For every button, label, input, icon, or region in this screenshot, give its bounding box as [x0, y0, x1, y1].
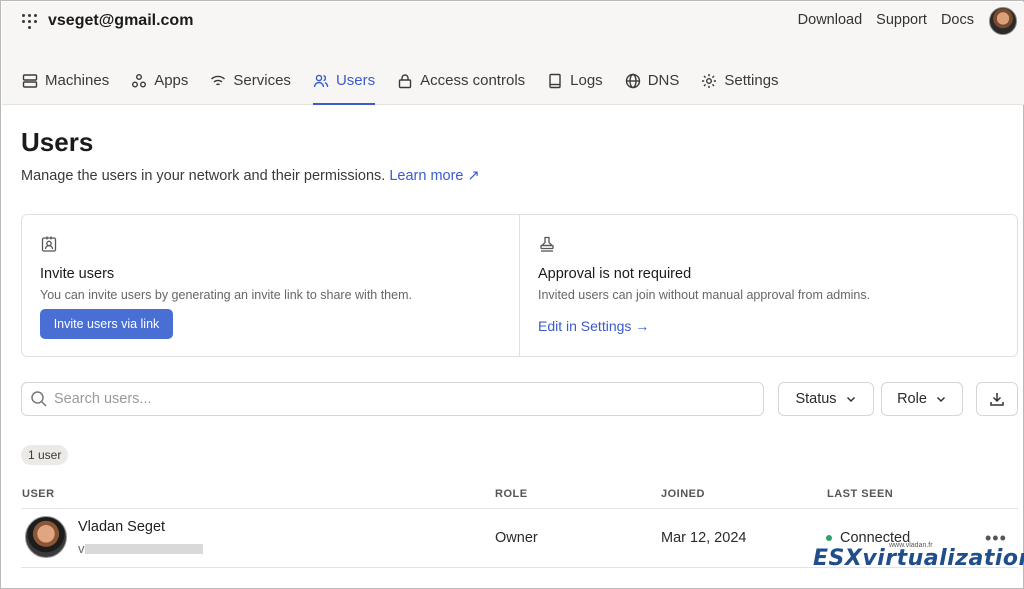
role-filter-label: Role: [897, 391, 927, 407]
globe-icon: [625, 73, 640, 88]
invite-card: Invite users You can invite users by gen…: [22, 215, 519, 356]
users-icon: [313, 74, 329, 87]
lock-icon: [398, 73, 412, 88]
export-button[interactable]: [976, 382, 1018, 416]
table-header-divider: [21, 508, 1018, 509]
user-count-badge: 1 user: [21, 445, 69, 465]
status-filter-label: Status: [795, 391, 837, 407]
book-icon: [549, 73, 561, 88]
tailnet-dots-icon: [22, 14, 38, 29]
learn-more-link[interactable]: Learn more ↗: [389, 168, 479, 184]
info-cards: Invite users You can invite users by gen…: [21, 214, 1018, 357]
user-avatar: [25, 516, 67, 558]
tab-machines[interactable]: Machines: [22, 66, 109, 105]
download-link[interactable]: Download: [798, 12, 863, 28]
invite-card-text: You can invite users by generating an in…: [40, 288, 412, 302]
top-header: vseget@gmail.com Download Support Docs M…: [2, 2, 1024, 105]
account-switcher[interactable]: vseget@gmail.com: [22, 12, 193, 30]
role-filter-button[interactable]: Role: [881, 382, 963, 416]
search-box[interactable]: [21, 382, 764, 416]
chevron-down-icon: [936, 396, 945, 403]
tab-apps[interactable]: Apps: [131, 66, 188, 105]
contact-card-icon: [41, 236, 57, 252]
app-window: vseget@gmail.com Download Support Docs M…: [0, 0, 1024, 589]
invite-users-button[interactable]: Invite users via link: [40, 309, 173, 339]
support-link[interactable]: Support: [876, 12, 927, 28]
machines-icon: [22, 73, 38, 88]
tab-dns-label: DNS: [647, 72, 680, 89]
column-header-joined[interactable]: JOINED: [661, 488, 705, 500]
column-header-last-seen[interactable]: LAST SEEN: [827, 488, 893, 500]
tab-services[interactable]: Services: [210, 66, 291, 105]
docs-link[interactable]: Docs: [941, 12, 974, 28]
user-email: v: [78, 541, 85, 556]
tab-services-label: Services: [233, 72, 291, 89]
tab-apps-label: Apps: [154, 72, 189, 89]
gear-icon: [702, 73, 717, 88]
chevron-down-icon: [846, 396, 855, 403]
download-icon: [990, 393, 1004, 406]
tab-settings-label: Settings: [724, 72, 779, 89]
tab-logs[interactable]: Logs: [547, 66, 603, 105]
tab-logs-label: Logs: [570, 72, 603, 89]
search-input[interactable]: [54, 391, 763, 407]
page-description-text: Manage the users in your network and the…: [21, 168, 386, 184]
stamp-icon: [540, 236, 554, 252]
column-header-role[interactable]: ROLE: [495, 488, 528, 500]
wifi-icon: [211, 75, 226, 85]
user-name: Vladan Seget: [78, 519, 166, 535]
approval-card-title: Approval is not required: [538, 266, 692, 282]
account-email: vseget@gmail.com: [48, 12, 194, 29]
search-icon: [31, 391, 47, 407]
page-title: Users: [21, 127, 94, 157]
watermark-logo: ESXvirtualization: [813, 546, 1024, 571]
apps-icon: [132, 73, 147, 87]
main-nav: Machines Apps Services Users Access cont…: [22, 66, 779, 105]
edit-in-settings-link[interactable]: Edit in Settings →: [538, 318, 649, 334]
tab-dns[interactable]: DNS: [625, 66, 680, 105]
approval-card: Approval is not required Invited users c…: [519, 215, 1017, 356]
tab-access-controls-label: Access controls: [420, 72, 526, 89]
tab-users[interactable]: Users: [312, 66, 376, 105]
profile-avatar[interactable]: [989, 7, 1017, 35]
email-redaction: [85, 544, 203, 554]
user-joined: Mar 12, 2024: [661, 530, 747, 546]
user-role: Owner: [495, 530, 538, 546]
status-filter-button[interactable]: Status: [778, 382, 874, 416]
top-links: Download Support Docs: [798, 12, 974, 28]
tab-access-controls[interactable]: Access controls: [397, 66, 525, 105]
invite-card-title: Invite users: [40, 266, 115, 282]
tab-settings[interactable]: Settings: [701, 66, 779, 105]
tab-machines-label: Machines: [45, 72, 110, 89]
tab-users-label: Users: [335, 72, 376, 89]
approval-card-text: Invited users can join without manual ap…: [538, 288, 871, 302]
column-header-user[interactable]: USER: [22, 488, 55, 500]
page-description: Manage the users in your network and the…: [21, 168, 480, 184]
watermark: www.vladan.fr ESXvirtualization: [807, 522, 1024, 580]
